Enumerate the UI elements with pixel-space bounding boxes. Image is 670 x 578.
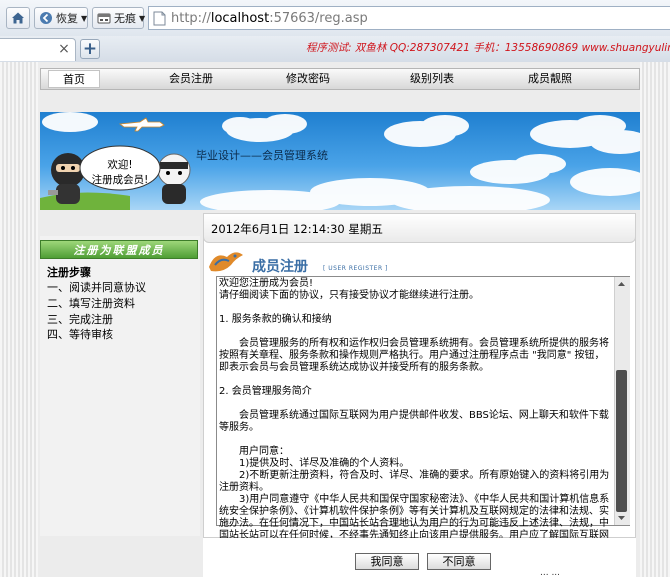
agreement-line: 请仔细阅读下面的协议，只有接受协议才能继续进行注册。	[219, 290, 479, 301]
agreement-line	[219, 302, 612, 314]
url-rest: :57663/reg.asp	[269, 10, 368, 26]
nav-item-levels[interactable]: 级别列表	[404, 70, 460, 88]
url-scheme: http://	[171, 10, 211, 26]
address-bar[interactable]: http://localhost:57663/reg.asp	[148, 6, 670, 30]
bubble-line-1: 欢迎!	[107, 159, 133, 171]
datetime-text: 2012年6月1日 12:14:30 星期五	[211, 222, 383, 236]
new-tab-button[interactable]: +	[80, 39, 100, 59]
agreement-line	[219, 398, 612, 410]
back-arrow-icon	[40, 12, 52, 24]
speech-bubble-text: 欢迎! 注册成会员!	[86, 158, 154, 188]
nav-item-register[interactable]: 会员注册	[163, 70, 219, 88]
agreement-line	[219, 434, 612, 446]
agreement-line: 1. 服务条款的确认和接纳	[219, 314, 332, 325]
agreement-line: 欢迎您注册成为会员!	[219, 278, 314, 289]
agreement-line	[219, 374, 612, 386]
nav-item-home[interactable]: 首页	[48, 70, 100, 88]
agree-button[interactable]: 我同意	[355, 553, 419, 570]
agreement-line	[219, 326, 612, 338]
banner-title: 毕业设计——会员管理系统	[196, 149, 328, 162]
agreement-line: 1)提供及时、详尽及准确的个人资料。	[219, 458, 410, 469]
back-button[interactable]: 恢复 ▼	[34, 7, 88, 29]
bird-logo-icon	[209, 252, 243, 272]
scroll-thumb[interactable]	[616, 370, 627, 512]
back-label: 恢复	[56, 12, 78, 25]
private-mode-button[interactable]: 无痕 ▼	[92, 7, 146, 29]
slogan-text: 程序测试: 双鱼林 QQ:287307421 手机：13558690869 ww…	[306, 42, 670, 54]
step-item: 三、完成注册	[47, 313, 113, 326]
agreement-line: 2)不断更新注册资料，符合及时、详尽、准确的要求。所有原始键入的资料将引用为注册…	[219, 470, 610, 493]
nav-item-password[interactable]: 修改密码	[280, 70, 336, 88]
steps-title: 注册步骤	[47, 266, 91, 279]
scroll-up-icon[interactable]	[615, 278, 628, 291]
agreement-line: 会员管理服务的所有权和运作权归会员管理系统拥有。会员管理系统所提供的服务将按照有…	[219, 338, 609, 373]
agreement-line: 会员管理系统通过国际互联网为用户提供邮件收发、BBS论坛、网上聊天和软件下载等服…	[219, 410, 609, 433]
step-item: 一、阅读并同意协议	[47, 281, 146, 294]
right-stripes	[640, 62, 670, 577]
agreement-line: 用户同意：	[219, 446, 289, 457]
chevron-down-icon: ▼	[81, 13, 88, 23]
button-bar	[203, 538, 636, 577]
step-item: 二、填写注册资料	[47, 297, 135, 310]
mode-label: 无痕	[114, 12, 136, 25]
agreement-text: 欢迎您注册成为会员! 请仔细阅读下面的协议，只有接受协议才能继续进行注册。 1.…	[219, 278, 612, 554]
chevron-down-icon: ▼	[139, 13, 146, 23]
disagree-button[interactable]: 不同意	[427, 553, 491, 570]
left-stripes	[0, 62, 38, 577]
url-host: localhost	[210, 10, 270, 26]
bubble-line-2: 注册成会员!	[91, 174, 149, 186]
agreement-line: 2. 会员管理服务简介	[219, 386, 312, 397]
scroll-down-icon[interactable]	[615, 511, 628, 524]
tab-close-button[interactable]: ×	[56, 40, 72, 58]
register-title: 成员注册	[252, 259, 308, 275]
sidebar-header-label: 注册为联盟成员	[73, 244, 165, 257]
home-icon	[12, 12, 24, 24]
step-item: 四、等待审核	[47, 328, 113, 341]
page-icon	[153, 11, 166, 25]
register-subtitle: [ USER REGISTER ]	[323, 265, 388, 272]
mask-icon	[97, 13, 111, 24]
nav-item-photos[interactable]: 成员靓照	[522, 70, 578, 88]
home-button[interactable]	[6, 7, 30, 29]
